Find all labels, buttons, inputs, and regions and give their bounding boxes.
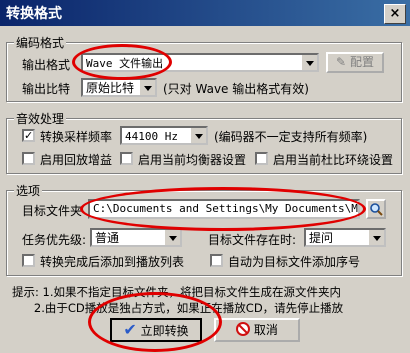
config-button-label: 配置 bbox=[349, 55, 374, 69]
priority-label: 任务优先级: bbox=[22, 233, 87, 247]
encode-group-label: 编码格式 bbox=[14, 34, 67, 51]
options-group-label: 选项 bbox=[14, 182, 43, 199]
chevron-down-icon[interactable] bbox=[164, 230, 180, 245]
checkmark-icon: ✔ bbox=[123, 320, 137, 339]
target-folder-value: C:\Documents and Settings\My Documents\M… bbox=[93, 202, 360, 215]
chevron-down-icon[interactable] bbox=[190, 128, 206, 143]
window-title: 转换格式 bbox=[6, 6, 62, 22]
output-format-value: Wave 文件输出 bbox=[86, 57, 164, 70]
sample-rate-value: 44100 Hz bbox=[125, 130, 178, 143]
resample-checkbox[interactable]: ✓ bbox=[22, 129, 35, 142]
file-exists-label: 目标文件存在时: bbox=[208, 233, 297, 247]
auto-number-label: 自动为目标文件添加序号 bbox=[228, 255, 361, 269]
convert-now-label: 立即转换 bbox=[140, 324, 189, 338]
config-button[interactable]: ✎ 配置 bbox=[326, 52, 384, 73]
target-folder-input[interactable]: C:\Documents and Settings\My Documents\M… bbox=[88, 199, 360, 219]
file-exists-value: 提问 bbox=[309, 231, 334, 245]
auto-number-checkbox[interactable] bbox=[210, 254, 223, 267]
pencil-icon: ✎ bbox=[336, 55, 347, 69]
dolby-label: 启用当前杜比环绕设置 bbox=[273, 153, 394, 167]
bitrate-note: (只对 Wave 输出格式有效) bbox=[163, 82, 309, 96]
output-bitrate-value: 原始比特 bbox=[86, 81, 135, 95]
rate-note: (编码器不一定支持所有频率) bbox=[214, 130, 368, 144]
browse-folder-button[interactable] bbox=[366, 199, 386, 219]
file-exists-select[interactable]: 提问 bbox=[304, 228, 386, 247]
chevron-down-icon[interactable] bbox=[139, 80, 155, 95]
hint-line-1: 提示: 1.如果不指定目标文件夹，将把目标文件生成在源文件夹内 bbox=[12, 285, 341, 299]
output-bitrate-select[interactable]: 原始比特 bbox=[81, 78, 157, 97]
cancel-label: 取消 bbox=[253, 323, 278, 337]
no-entry-icon bbox=[236, 322, 251, 336]
output-bitrate-label: 输出比特 bbox=[22, 82, 71, 96]
sample-rate-select[interactable]: 44100 Hz bbox=[120, 126, 208, 145]
chevron-down-icon[interactable] bbox=[368, 230, 384, 245]
add-playlist-label: 转换完成后添加到播放列表 bbox=[40, 255, 185, 269]
magnifier-icon bbox=[370, 203, 383, 216]
chevron-down-icon[interactable] bbox=[301, 55, 317, 70]
priority-value: 普通 bbox=[95, 231, 120, 245]
replaygain-checkbox[interactable] bbox=[22, 152, 35, 165]
replaygain-label: 启用回放增益 bbox=[40, 153, 113, 167]
hint-line-2: 2.由于CD播放是独占方式，如果正在播放CD，请先停止播放 bbox=[12, 301, 344, 315]
equalizer-label: 启用当前均衡器设置 bbox=[138, 153, 247, 167]
output-format-label: 输出格式 bbox=[22, 58, 71, 72]
cancel-button[interactable]: 取消 bbox=[214, 318, 300, 342]
add-playlist-checkbox[interactable] bbox=[22, 254, 35, 267]
close-button[interactable]: × bbox=[384, 4, 406, 24]
output-format-select[interactable]: Wave 文件输出 bbox=[81, 53, 319, 72]
convert-now-button[interactable]: ✔ 立即转换 bbox=[110, 318, 202, 342]
title-bar: 转换格式 × bbox=[0, 0, 410, 26]
resample-label: 转换采样频率 bbox=[40, 130, 113, 144]
target-folder-label: 目标文件夹 bbox=[22, 204, 83, 218]
dolby-checkbox[interactable] bbox=[255, 152, 268, 165]
equalizer-checkbox[interactable] bbox=[120, 152, 133, 165]
priority-select[interactable]: 普通 bbox=[90, 228, 182, 247]
audio-group-label: 音效处理 bbox=[14, 110, 67, 127]
